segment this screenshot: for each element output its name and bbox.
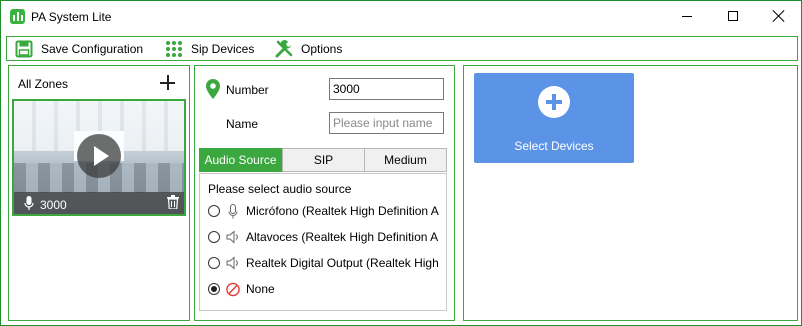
select-devices-label: Select Devices (514, 139, 594, 153)
toolbar: Save Configuration Sip Devices Options (6, 36, 798, 61)
audio-source-option[interactable]: Altavoces (Realtek High Definition A (208, 228, 444, 246)
window-title: PA System Lite (31, 10, 112, 24)
sip-devices-label: Sip Devices (191, 41, 255, 56)
microphone-icon (226, 203, 240, 219)
options-button[interactable]: Options (275, 37, 342, 60)
zones-panel: All Zones 3000 (8, 65, 190, 321)
add-zone-icon[interactable] (160, 75, 175, 90)
minimize-icon (682, 16, 692, 17)
select-devices-button[interactable]: Select Devices (474, 73, 634, 163)
number-input[interactable] (329, 78, 444, 100)
location-pin-icon (206, 79, 220, 99)
maximize-button[interactable] (710, 1, 756, 32)
save-configuration-button[interactable]: Save Configuration (15, 37, 143, 60)
radio-button[interactable] (208, 205, 220, 217)
audio-source-option[interactable]: Realtek Digital Output (Realtek High (208, 254, 444, 272)
maximize-icon (728, 11, 738, 21)
close-icon (773, 10, 785, 22)
radio-button[interactable] (208, 231, 220, 243)
zone-number: 3000 (40, 198, 67, 212)
speaker-icon (226, 229, 240, 245)
tools-icon (275, 39, 293, 57)
settings-tabs: Audio Source SIP Medium (199, 148, 447, 172)
all-zones-title: All Zones (18, 77, 69, 91)
grid-dots-icon (166, 40, 182, 57)
name-label: Name (226, 117, 259, 131)
minimize-button[interactable] (664, 1, 710, 32)
tab-sip[interactable]: SIP (282, 148, 365, 172)
name-input[interactable] (329, 112, 444, 134)
save-configuration-label: Save Configuration (41, 41, 144, 56)
play-icon[interactable] (77, 134, 121, 178)
devices-panel: Select Devices (463, 65, 798, 321)
sip-devices-button[interactable]: Sip Devices (165, 37, 254, 60)
audio-source-label: Altavoces (Realtek High Definition A (246, 230, 439, 244)
audio-source-option[interactable]: Micrófono (Realtek High Definition A (208, 202, 444, 220)
audio-source-option[interactable]: None (208, 280, 444, 298)
radio-button-selected[interactable] (208, 283, 220, 295)
microphone-icon (24, 196, 34, 210)
audio-source-label: None (246, 282, 275, 296)
app-logo-icon (10, 9, 25, 24)
audio-source-list: Please select audio source Micrófono (Re… (199, 173, 447, 311)
title-bar: PA System Lite (1, 1, 801, 32)
zone-card[interactable]: 3000 (12, 99, 186, 216)
tab-audio-source[interactable]: Audio Source (199, 148, 282, 172)
radio-button[interactable] (208, 257, 220, 269)
tab-medium[interactable]: Medium (364, 148, 447, 172)
zone-settings-panel: Number Name Audio Source SIP Medium Plea… (194, 65, 455, 321)
app-window: PA System Lite Save Configuration Sip De… (0, 0, 802, 326)
close-button[interactable] (756, 1, 802, 32)
trash-icon[interactable] (167, 195, 179, 209)
add-circle-icon (538, 86, 570, 118)
audio-source-label: Micrófono (Realtek High Definition A (246, 204, 439, 218)
audio-source-label: Realtek Digital Output (Realtek High (246, 256, 439, 270)
save-icon (15, 40, 33, 57)
speaker-icon (226, 255, 240, 271)
options-label: Options (301, 41, 343, 56)
number-label: Number (226, 83, 269, 97)
none-icon (226, 281, 240, 297)
audio-source-prompt: Please select audio source (208, 182, 352, 196)
